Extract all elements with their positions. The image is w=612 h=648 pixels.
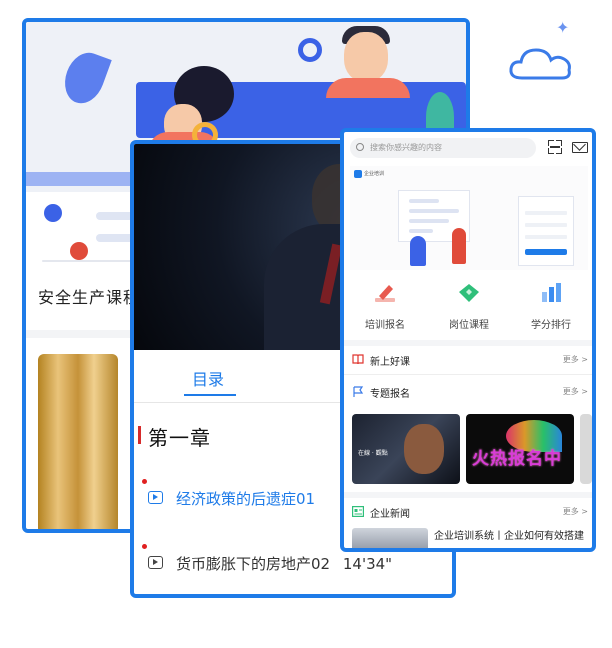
play-icon [148,491,163,504]
section-title: 企业新闻 [370,509,410,520]
quick-link-credit-ranking[interactable]: 学分排行 [516,282,586,331]
pencil-icon [375,285,395,302]
sparkle-icon: ✦ [556,18,570,37]
divider [344,340,592,346]
more-link[interactable]: 更多 > [563,386,588,397]
divider [344,374,592,375]
chapter-title: 第一章 [148,426,211,450]
lesson-title: 经济政策的后遗症01 [176,490,316,508]
brand-text: 企业培训 [364,171,385,177]
play-icon [148,556,163,569]
search-icon [356,143,364,151]
section-title: 专题报名 [370,389,410,400]
quick-link-training-signup[interactable]: 培训报名 [350,282,420,331]
home-banner[interactable]: 企业培训 [350,166,588,270]
tab-catalog[interactable]: 目录 [192,366,224,390]
quick-link-label: 岗位课程 [449,320,489,331]
cloud-icon [509,48,571,80]
diamond-icon [459,284,479,302]
quick-link-job-courses[interactable]: 岗位课程 [434,282,504,331]
divider [344,492,592,498]
section-topic-signup[interactable]: 专题报名 更多 > [350,384,588,400]
bar-chart-icon [542,283,561,302]
course-title[interactable]: 安全生产课程 [38,284,140,308]
search-placeholder: 搜索你感兴趣的内容 [370,143,442,152]
section-company-news[interactable]: 企业新闻 更多 > [350,504,588,520]
course-thumbnail[interactable] [38,354,118,529]
lesson-title: 货币膨胀下的房地产02 [176,555,331,573]
topic-card[interactable]: 在線 · 觀點 [352,414,460,484]
news-thumbnail[interactable] [352,528,428,548]
unread-dot [142,544,147,549]
more-link[interactable]: 更多 > [563,506,588,517]
news-title[interactable]: 企业培训系统丨企业如何有效搭建 [434,530,584,543]
card-caption: 在線 · 觀點 [358,450,388,457]
book-icon [352,354,364,365]
scan-icon[interactable] [548,140,562,154]
chapter-marker [138,426,141,444]
quick-link-label: 学分排行 [531,320,571,331]
app-home-screen: 搜索你感兴趣的内容 企业培训 培训报名 岗位课程 学分排行 新上好课 更多 > … [340,128,596,552]
topic-card[interactable] [580,414,592,484]
card-caption: 火热报名中 [472,449,562,469]
more-link[interactable]: 更多 > [563,354,588,365]
login-form-illustration [518,196,574,266]
unread-dot [142,479,147,484]
search-bar[interactable]: 搜索你感兴趣的内容 [350,138,536,158]
section-title: 新上好课 [370,357,410,368]
section-new-courses[interactable]: 新上好课 更多 > [350,352,588,368]
brand-logo [354,170,362,178]
mail-icon[interactable] [572,142,588,153]
lesson-duration: 14'34" [342,555,393,573]
tab-indicator [184,394,236,396]
flag-icon [353,386,364,397]
news-icon [352,506,364,517]
magnifier-icon [298,38,322,62]
topic-card[interactable]: 火热报名中 [466,414,574,484]
quick-link-label: 培训报名 [365,320,405,331]
